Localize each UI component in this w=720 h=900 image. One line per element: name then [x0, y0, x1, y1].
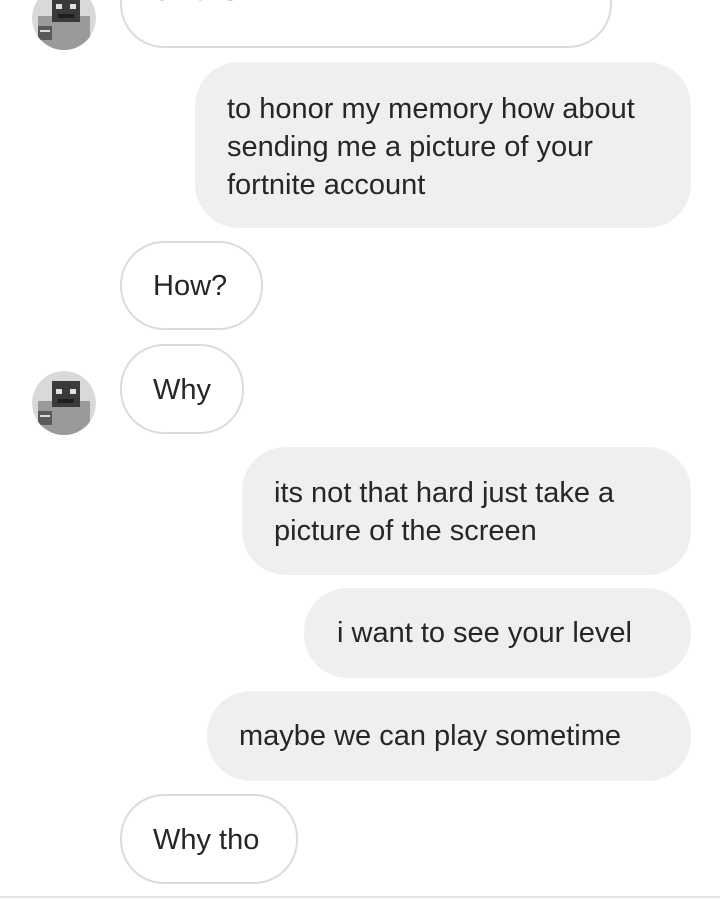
message-text: to honor my memory how about sending me …	[227, 93, 635, 201]
outgoing-message-bubble[interactable]: maybe we can play sometime	[207, 691, 691, 781]
incoming-message-bubble[interactable]: emails	[120, 0, 612, 48]
message-text: How?	[153, 270, 228, 302]
message-text: Why tho	[153, 824, 260, 856]
composer-divider	[0, 896, 720, 898]
contact-avatar[interactable]	[32, 371, 96, 435]
incoming-message-bubble[interactable]: How?	[120, 241, 263, 330]
message-text: i want to see your level	[337, 617, 632, 649]
message-text: emails	[154, 0, 238, 7]
contact-avatar-icon	[32, 0, 96, 50]
incoming-message-bubble[interactable]: Why	[120, 344, 244, 434]
contact-avatar-icon	[32, 371, 96, 435]
outgoing-message-bubble[interactable]: its not that hard just take a picture of…	[242, 447, 691, 575]
outgoing-message-bubble[interactable]: i want to see your level	[304, 588, 691, 678]
outgoing-message-bubble[interactable]: to honor my memory how about sending me …	[195, 62, 691, 228]
message-text: Why	[153, 374, 211, 406]
message-text: its not that hard just take a picture of…	[274, 477, 615, 547]
incoming-message-bubble[interactable]: Why tho	[120, 794, 298, 884]
message-text: maybe we can play sometime	[239, 720, 621, 752]
contact-avatar[interactable]	[32, 0, 96, 50]
